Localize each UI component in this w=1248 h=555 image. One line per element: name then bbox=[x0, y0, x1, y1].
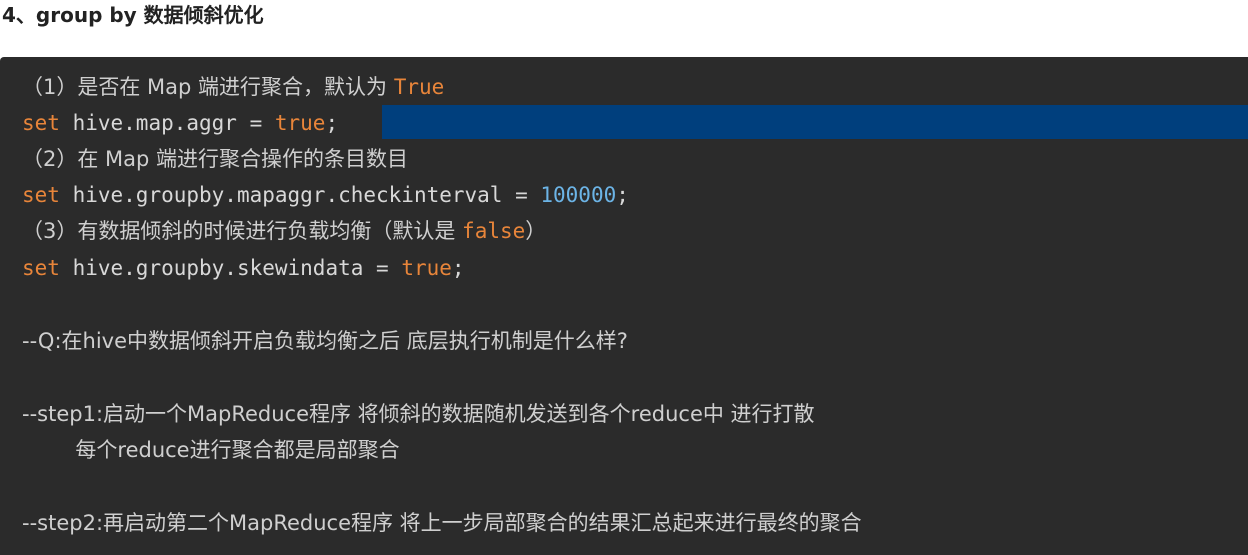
code-comment-3: （3）有数据倾斜的时候进行负载均衡（默认是 false） bbox=[22, 215, 546, 247]
set-keyword: set bbox=[22, 183, 60, 207]
code-line-3: set hive.groupby.skewindata = true; bbox=[22, 252, 465, 284]
text-selection-highlight bbox=[382, 105, 1248, 139]
step1-comment: --step1:启动一个MapReduce程序 将倾斜的数据随机发送到各个red… bbox=[22, 402, 815, 426]
step1-continuation: 每个reduce进行聚合都是局部聚合 bbox=[22, 438, 400, 462]
code-comment-2: （2）在 Map 端进行聚合操作的条目数目 bbox=[22, 143, 408, 175]
set-keyword: set bbox=[22, 256, 60, 280]
semicolon: ; bbox=[325, 111, 339, 135]
semicolon: ; bbox=[616, 183, 629, 207]
code-comment-1: （1）是否在 Map 端进行聚合，默认为 True bbox=[22, 71, 444, 103]
property-assignment: hive.map.aggr = bbox=[59, 111, 275, 135]
code-line-1: set hive.map.aggr = true; bbox=[22, 107, 338, 139]
step2-comment: --step2:再启动第二个MapReduce程序 将上一步局部聚合的结果汇总起… bbox=[22, 511, 862, 535]
comment-text: （3）有数据倾斜的时候进行负载均衡（默认是 bbox=[22, 219, 463, 243]
property-assignment: hive.groupby.mapaggr.checkinterval = bbox=[59, 183, 541, 207]
comment-text: （2）在 Map 端进行聚合操作的条目数目 bbox=[22, 147, 409, 171]
boolean-value: true bbox=[401, 256, 452, 280]
semicolon: ; bbox=[451, 256, 465, 280]
boolean-value: true bbox=[274, 111, 326, 135]
comment-text: （1）是否在 Map 端进行聚合，默认为 bbox=[22, 75, 394, 99]
comment-keyword: True bbox=[393, 75, 445, 99]
question-comment: --Q:在hive中数据倾斜开启负载均衡之后 底层执行机制是什么样? bbox=[22, 329, 628, 353]
section-heading: 4、group by 数据倾斜优化 bbox=[2, 3, 264, 27]
code-block[interactable]: （1）是否在 Map 端进行聚合，默认为 True set hive.map.a… bbox=[0, 57, 1248, 555]
property-assignment: hive.groupby.skewindata = bbox=[59, 256, 402, 280]
set-keyword: set bbox=[22, 111, 60, 135]
comment-text-end: ） bbox=[525, 219, 547, 243]
code-line-2: set hive.groupby.mapaggr.checkinterval =… bbox=[22, 179, 629, 211]
number-value: 100000 bbox=[540, 183, 617, 207]
comment-keyword: false bbox=[462, 219, 526, 243]
